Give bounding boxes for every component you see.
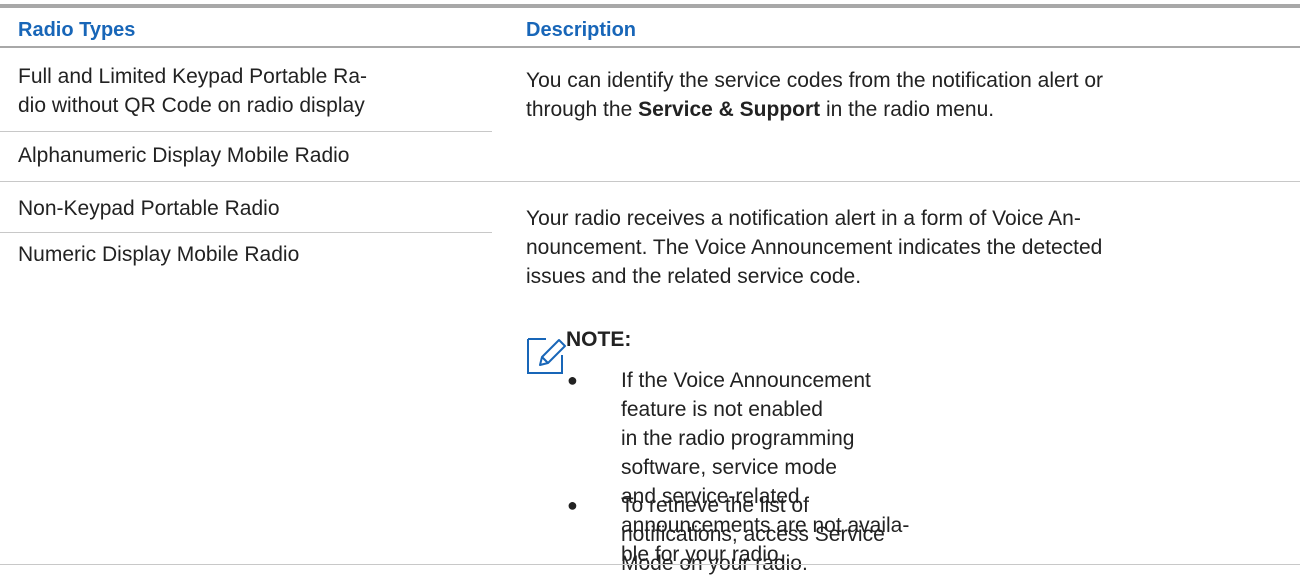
row1-type1-line2: dio without QR Code on radio display xyxy=(18,94,365,117)
row1-inner-rule xyxy=(0,131,492,132)
header-radio-types: Radio Types xyxy=(18,19,136,41)
row2-desc-line1: Your radio receives a notification alert… xyxy=(526,207,1081,230)
row1-desc-line1: You can identify the service codes from … xyxy=(526,69,1104,92)
row2-type1: Non-Keypad Portable Radio xyxy=(18,197,280,220)
row2-desc-line2: nouncement. The Voice Announcement indic… xyxy=(526,236,1103,259)
row2-inner-rule xyxy=(0,232,492,233)
row-separator xyxy=(0,181,1300,182)
row2-type2: Numeric Display Mobile Radio xyxy=(18,243,300,266)
table-top-rule xyxy=(0,4,1300,8)
bullet-dot: ● xyxy=(567,495,578,515)
header-rule xyxy=(0,46,1300,48)
row1-type2: Alphanumeric Display Mobile Radio xyxy=(18,144,350,167)
service-support-bold: Service & Support xyxy=(638,98,821,121)
bullet-dot: ● xyxy=(567,370,578,390)
header-description: Description xyxy=(526,19,637,41)
row2-desc-line3: issues and the related service code. xyxy=(526,265,862,288)
row1-type1-line1: Full and Limited Keypad Portable Ra- xyxy=(18,65,368,88)
note-title: NOTE: xyxy=(566,328,632,351)
row1-desc-line2: through the Service & Support in the rad… xyxy=(526,98,995,121)
